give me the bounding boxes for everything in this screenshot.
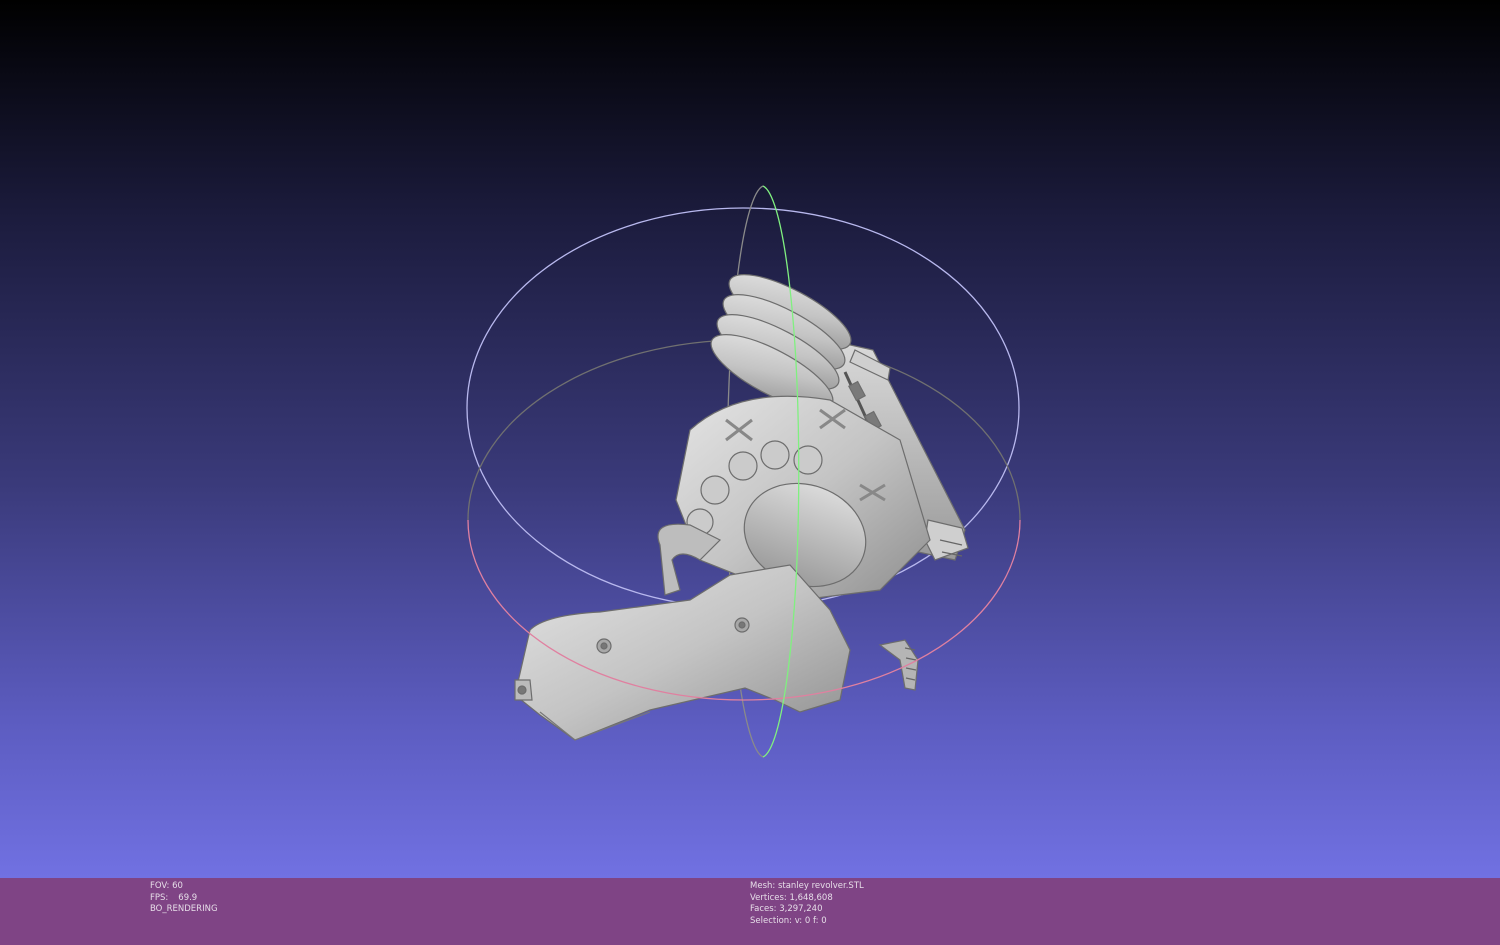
mesh-info: Mesh: stanley revolver.STL Vertices: 1,6… xyxy=(750,881,864,927)
face-count: Faces: 3,297,240 xyxy=(750,904,823,914)
mesh-name: Mesh: stanley revolver.STL xyxy=(750,881,864,891)
scene-canvas[interactable] xyxy=(0,0,1500,878)
revolver-grip xyxy=(514,564,851,741)
vertex-count: Vertices: 1,648,608 xyxy=(750,892,833,903)
3d-viewport[interactable] xyxy=(0,0,1500,878)
info-bar: FOV: 60 FPS: 69.9 BO_RENDERING Mesh: stan… xyxy=(0,878,1500,945)
render-mode: BO_RENDERING xyxy=(150,904,218,914)
fov-readout: FOV: 60 xyxy=(150,881,183,891)
fps-readout: FPS: 69.9 xyxy=(150,892,198,903)
selection-info: Selection: v: 0 f: 0 xyxy=(750,915,827,926)
render-info: FOV: 60 FPS: 69.9 BO_RENDERING xyxy=(150,881,218,916)
